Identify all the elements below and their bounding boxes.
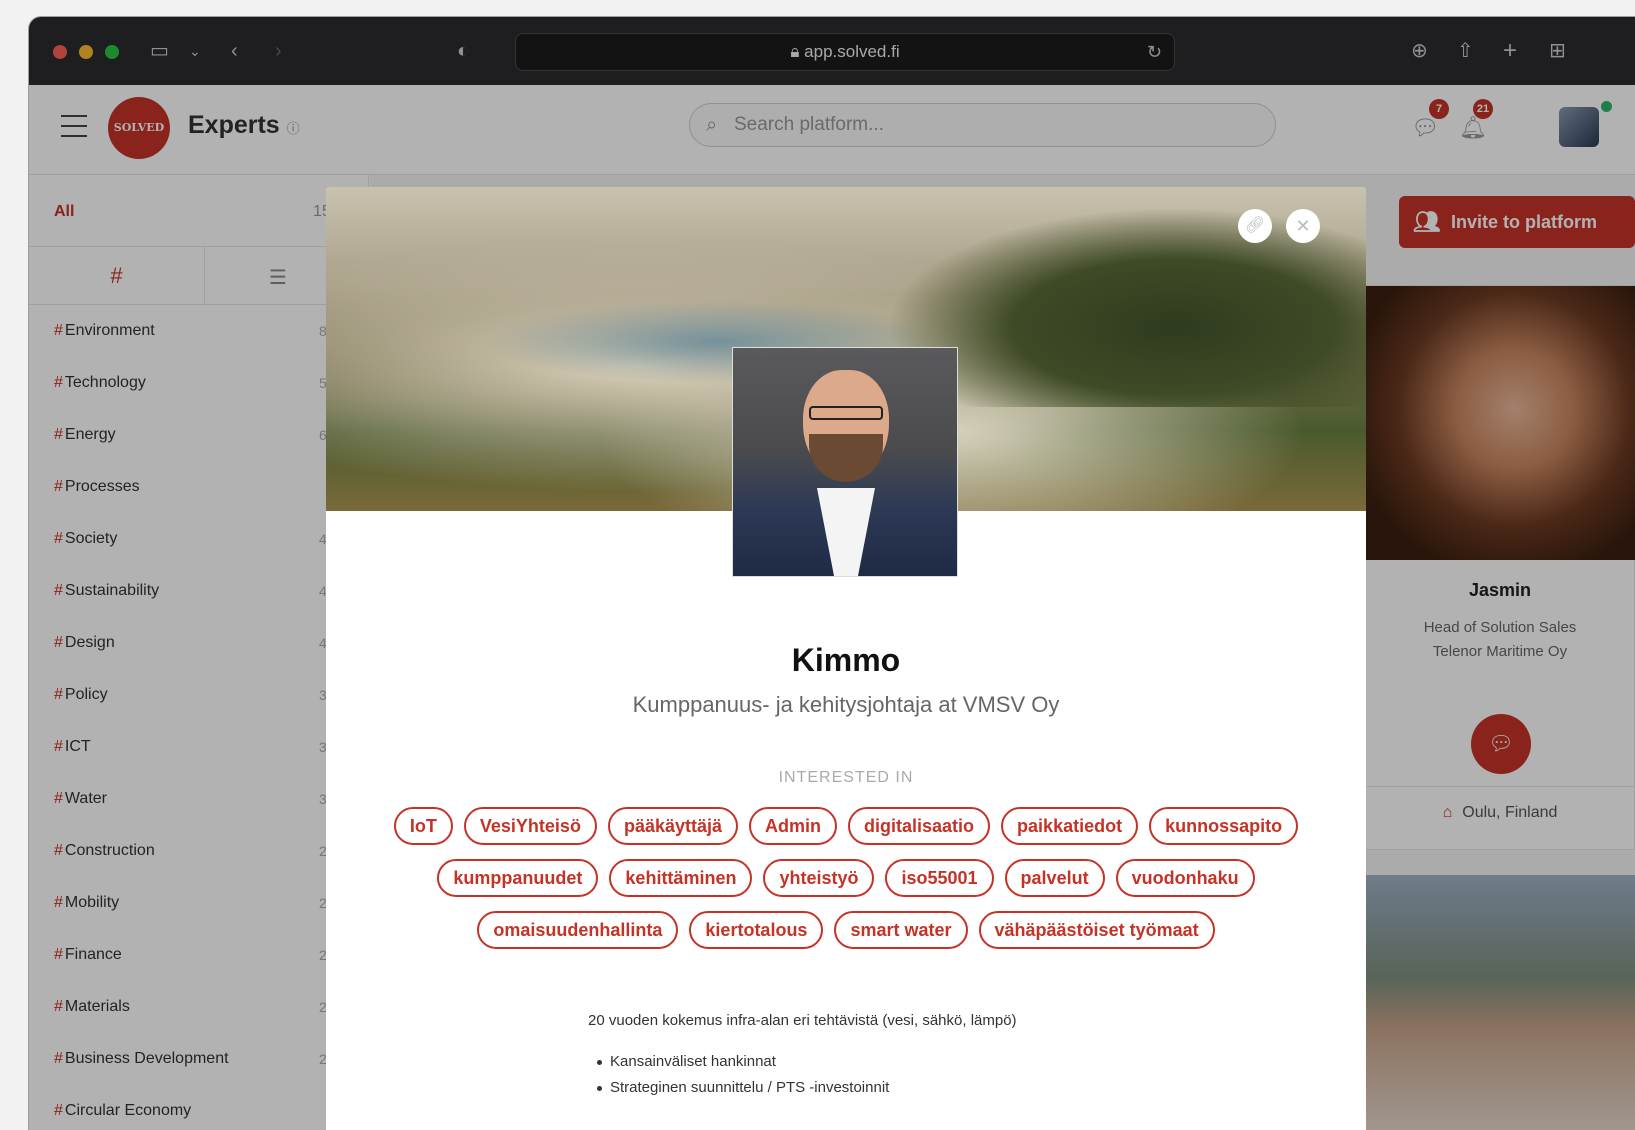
link-icon[interactable]: 🔗︎ <box>1238 209 1272 243</box>
profile-name: Kimmo <box>791 642 901 678</box>
interest-tag[interactable]: omaisuudenhallinta <box>477 911 679 949</box>
interest-tag[interactable]: kumppanuudet <box>437 859 599 897</box>
interest-tag[interactable]: paikkatiedot <box>1001 807 1139 845</box>
profile-photo <box>732 347 958 577</box>
photo-shirt <box>817 488 875 576</box>
profile-description: 20 vuoden kokemus infra-alan eri tehtävi… <box>588 1012 1017 1029</box>
profile-title: Kumppanuus- ja kehitysjohtaja at VMSV Oy <box>632 692 1060 717</box>
close-icon[interactable]: ✕ <box>1286 209 1320 243</box>
list-item: Kansainväliset hankinnat <box>588 1049 1188 1075</box>
interest-tag[interactable]: vähäpäästöiset työmaat <box>978 911 1215 949</box>
interest-tag[interactable]: pääkäyttäjä <box>607 807 739 845</box>
list-item: Strateginen suunnittelu / PTS -investoin… <box>588 1075 1188 1101</box>
browser-window: ▭ ⌄ ‹ › ◐ 🔒︎ app.solved.fi ↻ ⊕ ⇧ + ⊞ SOL… <box>29 17 1635 1130</box>
interest-tag[interactable]: smart water <box>834 911 968 949</box>
interest-tag[interactable]: iso55001 <box>885 859 994 897</box>
interest-tag[interactable]: Admin <box>749 807 838 845</box>
experience-list: Kansainväliset hankinnat Strateginen suun… <box>588 1049 1188 1101</box>
interest-tag[interactable]: kunnossapito <box>1149 807 1299 845</box>
interest-tag[interactable]: IoT <box>393 807 453 845</box>
interest-tag[interactable]: kiertotalous <box>689 911 824 949</box>
interest-tag[interactable]: vuodonhaku <box>1115 859 1255 897</box>
photo-beard <box>809 434 883 482</box>
interest-tag[interactable]: kehittäminen <box>609 859 753 897</box>
photo-glasses <box>809 406 883 420</box>
expert-profile-modal: 🔗︎ ✕ Kimmo Kumppanuus- ja kehitysjohtaja… <box>326 187 1366 1130</box>
interested-in-heading: INTERESTED IN <box>778 769 914 786</box>
interest-tag[interactable]: VesiYhteisö <box>463 807 597 845</box>
interest-tag[interactable]: yhteistyö <box>763 859 875 897</box>
interest-tag[interactable]: palvelut <box>1004 859 1105 897</box>
interest-tag[interactable]: digitalisaatio <box>848 807 991 845</box>
interest-tags: IoT VesiYhteisö pääkäyttäjä Admin digitalisa… <box>366 807 1326 949</box>
